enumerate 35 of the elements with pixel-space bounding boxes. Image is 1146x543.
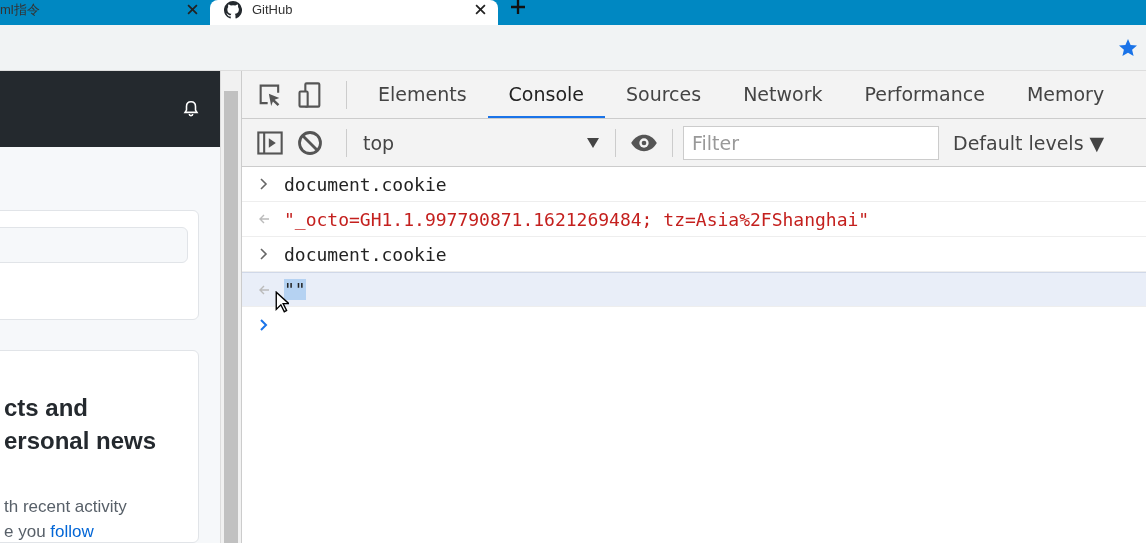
- search-field[interactable]: [0, 227, 188, 264]
- github-icon: [224, 0, 242, 19]
- chevron-icon: [258, 178, 270, 190]
- devtools-tab[interactable]: Performance: [843, 71, 1006, 118]
- result-arrow-icon: [258, 283, 270, 296]
- card-text: th recent activity: [4, 497, 128, 517]
- mouse-cursor-icon: [275, 291, 289, 314]
- scrollbar[interactable]: [220, 71, 241, 543]
- console-text: "_octo=GH1.1.997790871.1621269484; tz=Asia%2FShanghai": [284, 208, 870, 230]
- star-icon[interactable]: [1118, 37, 1138, 58]
- devtools-tab[interactable]: Elements: [357, 71, 488, 118]
- prompt-icon: [258, 318, 270, 331]
- context-dropdown[interactable]: top: [357, 131, 605, 154]
- devtools-tab[interactable]: Network: [722, 71, 844, 118]
- chevron-icon: [258, 248, 270, 260]
- devtools-tab[interactable]: Sources: [605, 71, 723, 118]
- browser-tab[interactable]: GitHub: [210, 0, 498, 25]
- follow-link[interactable]: follow: [50, 522, 94, 541]
- card-text: e you follow: [4, 522, 95, 542]
- levels-dropdown[interactable]: Default levels ▼: [953, 131, 1105, 154]
- console-text: "": [284, 279, 306, 300]
- result-arrow-icon: [258, 213, 270, 225]
- card-heading: cts and ersonal news: [4, 393, 158, 456]
- console-text: document.cookie: [284, 173, 447, 195]
- plus-icon: [511, 0, 525, 14]
- console-text: document.cookie: [284, 243, 447, 265]
- caret-icon: [587, 137, 599, 148]
- close-icon[interactable]: [475, 4, 486, 15]
- tab-title: GitHub: [252, 2, 294, 17]
- bell-icon[interactable]: [182, 100, 200, 119]
- clear-console-icon[interactable]: [296, 128, 324, 157]
- tab-title: ml指令: [0, 0, 41, 19]
- filter-field[interactable]: Filter: [683, 125, 939, 160]
- sidebar-toggle-icon[interactable]: [256, 128, 284, 157]
- devtools-tab[interactable]: Memory: [1005, 71, 1126, 118]
